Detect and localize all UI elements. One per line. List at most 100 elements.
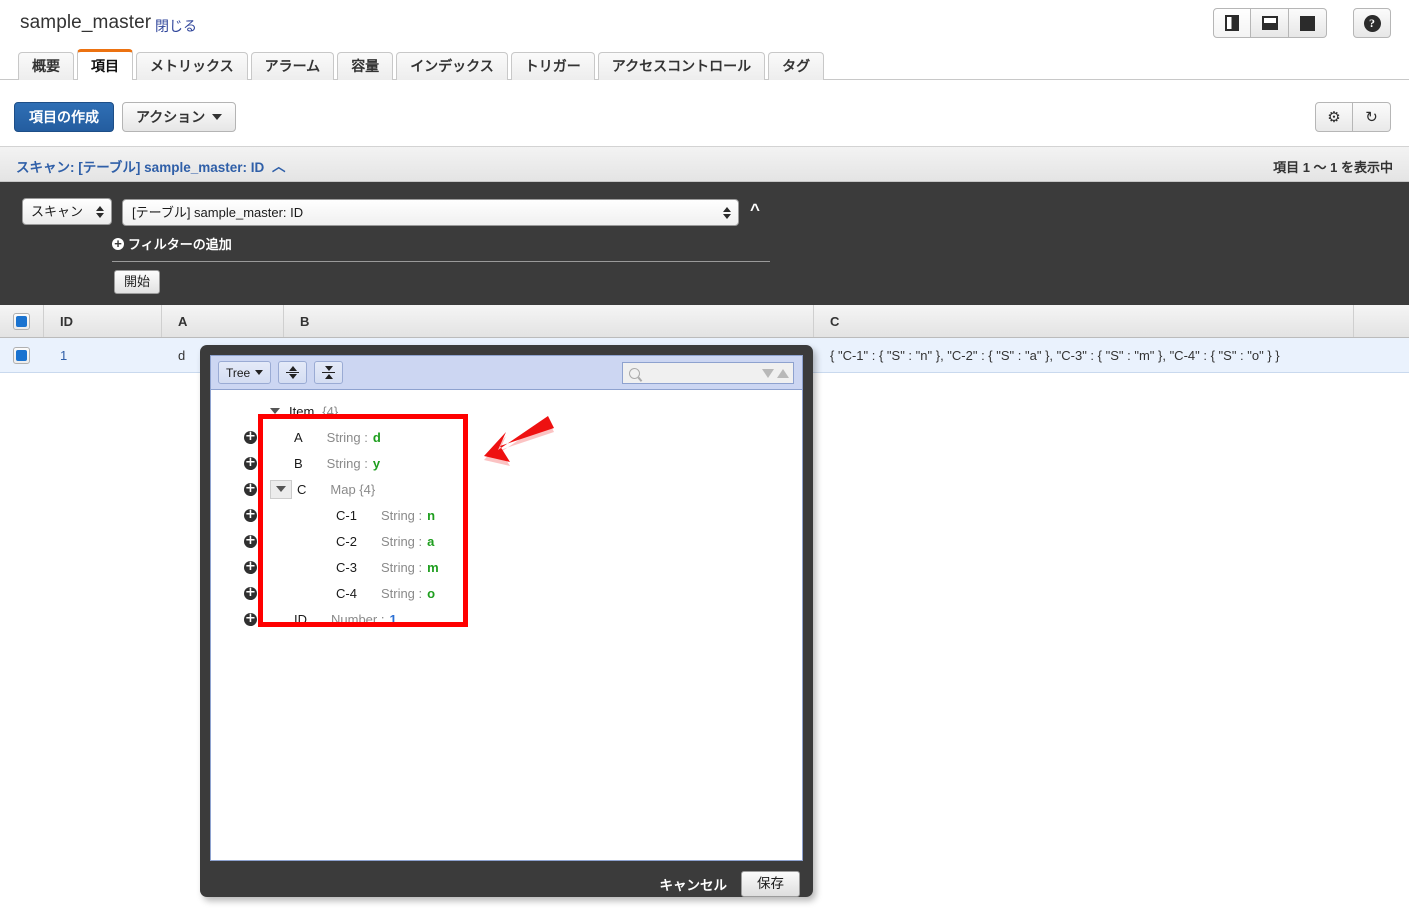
editor-search-box[interactable] xyxy=(622,362,794,384)
tree-type: String : xyxy=(380,559,423,575)
layout-split-vertical-button[interactable] xyxy=(1213,8,1251,38)
tree-value[interactable]: a xyxy=(427,534,434,549)
chevron-down-icon xyxy=(212,114,223,120)
triangle-down-icon xyxy=(276,486,286,492)
select-arrows-icon xyxy=(723,206,731,219)
table-index-select[interactable]: [テーブル] sample_master: ID xyxy=(122,199,739,226)
add-field-icon[interactable]: + xyxy=(244,612,257,626)
tab-2[interactable]: メトリックス xyxy=(136,52,248,80)
add-field-icon[interactable]: + xyxy=(244,508,257,522)
save-button[interactable]: 保存 xyxy=(741,871,800,897)
view-mode-dropdown[interactable]: Tree xyxy=(218,361,272,384)
operation-select[interactable]: スキャン xyxy=(22,198,112,225)
close-link[interactable]: 閉じる xyxy=(155,16,197,36)
create-item-button[interactable]: 項目の作成 xyxy=(14,102,114,132)
tree-value[interactable]: y xyxy=(373,456,380,471)
tab-0[interactable]: 概要 xyxy=(18,52,74,80)
cancel-button[interactable]: キャンセル xyxy=(660,874,728,894)
tab-4[interactable]: 容量 xyxy=(337,52,394,80)
tab-label: 項目 xyxy=(91,58,119,74)
add-filter-label: フィルターの追加 xyxy=(128,237,232,252)
collapse-all-button[interactable] xyxy=(314,361,344,384)
add-field-icon[interactable]: + xyxy=(244,534,257,548)
editor-search-input[interactable] xyxy=(645,365,759,381)
tree-type: Number : xyxy=(331,611,385,627)
collapse-all-icon xyxy=(322,365,336,380)
layout-split-horizontal-button[interactable] xyxy=(1251,8,1289,38)
add-filter-button[interactable]: + フィルターの追加 xyxy=(112,234,232,253)
tab-8[interactable]: タグ xyxy=(768,52,825,80)
table-header-row: ID A B C xyxy=(0,305,1409,338)
select-arrows-icon xyxy=(96,205,104,218)
editor-footer: キャンセル 保存 xyxy=(210,861,803,907)
tree-row[interactable]: Item {4} xyxy=(211,398,802,424)
tree-value[interactable]: 1 xyxy=(389,612,396,627)
tree-type: String : xyxy=(380,533,423,549)
tab-1[interactable]: 項目 xyxy=(77,49,133,80)
tree-value[interactable]: d xyxy=(373,430,381,445)
add-field-icon[interactable]: + xyxy=(244,586,257,600)
layout-no-split-button[interactable] xyxy=(1289,8,1327,38)
tree-type: {4} xyxy=(322,403,339,419)
action-bar: 項目の作成 アクション ⚙ ↻ xyxy=(0,96,1409,142)
triangle-up-icon[interactable] xyxy=(777,368,789,378)
json-tree: Item {4} + A String : d + B String : y + C Map {4} + C… xyxy=(211,390,802,632)
tree-type: String : xyxy=(326,429,368,445)
tab-label: アラーム xyxy=(264,58,321,74)
start-scan-button[interactable]: 開始 xyxy=(114,270,161,294)
item-count-label: 項目 1 〜 1 を表示中 xyxy=(1273,160,1393,175)
tab-7[interactable]: アクセスコントロール xyxy=(597,52,766,80)
settings-button[interactable]: ⚙ xyxy=(1315,102,1353,132)
collapse-query-panel-button[interactable]: ^ xyxy=(750,200,760,220)
add-field-icon[interactable]: + xyxy=(244,430,257,444)
twisty-open-icon[interactable] xyxy=(270,479,292,499)
refresh-button[interactable]: ↻ xyxy=(1353,102,1391,132)
tab-label: タグ xyxy=(782,58,811,74)
column-header-id[interactable]: ID xyxy=(44,305,162,337)
tree-row[interactable]: + ID Number : 1 xyxy=(211,606,802,632)
item-id-link[interactable]: 1 xyxy=(60,348,67,363)
tree-row[interactable]: + C-4 String : o xyxy=(211,580,802,606)
tree-type: String : xyxy=(326,455,368,471)
select-all-checkbox[interactable] xyxy=(13,312,30,330)
tab-5[interactable]: インデックス xyxy=(396,52,508,80)
tree-value[interactable]: m xyxy=(427,560,439,575)
tree-key: Item xyxy=(289,403,315,419)
tab-3[interactable]: アラーム xyxy=(250,52,335,80)
tree-row[interactable]: + C-2 String : a xyxy=(211,528,802,554)
tree-value[interactable]: n xyxy=(427,508,435,523)
add-field-icon[interactable]: + xyxy=(244,456,257,470)
tree-key: C-2 xyxy=(336,533,357,549)
tree-row[interactable]: + C-1 String : n xyxy=(211,502,802,528)
column-header-c[interactable]: C xyxy=(814,305,1354,337)
scan-summary-bar: スキャン: [テーブル] sample_master: ID ︿ 項目 1 〜 … xyxy=(0,146,1409,182)
row-checkbox[interactable] xyxy=(13,346,30,364)
plus-circle-icon: + xyxy=(112,237,124,250)
add-field-icon[interactable]: + xyxy=(244,482,257,496)
refresh-icon: ↻ xyxy=(1365,109,1378,126)
gear-icon: ⚙ xyxy=(1327,109,1341,126)
tree-row[interactable]: + A String : d xyxy=(211,424,802,450)
tab-label: 概要 xyxy=(32,58,60,74)
tree-row[interactable]: + C-3 String : m xyxy=(211,554,802,580)
cell-spacer xyxy=(1354,338,1409,372)
triangle-down-icon[interactable] xyxy=(762,368,774,378)
add-field-icon[interactable]: + xyxy=(244,560,257,574)
column-header-b[interactable]: B xyxy=(284,305,814,337)
help-button[interactable]: ? xyxy=(1353,8,1391,38)
actions-dropdown-label: アクション xyxy=(136,109,206,125)
tab-strip: 概要 項目 メトリックス アラーム 容量 インデックス トリガー アクセスコントロール タグ xyxy=(18,49,827,80)
tab-6[interactable]: トリガー xyxy=(510,52,595,80)
tree-value[interactable]: o xyxy=(427,586,435,601)
tree-key: C-1 xyxy=(336,507,357,523)
chevron-down-icon xyxy=(255,370,264,375)
select-all-cell xyxy=(0,305,44,337)
tree-row[interactable]: + C Map {4} xyxy=(211,476,802,502)
expand-all-button[interactable] xyxy=(278,361,308,384)
column-header-spacer xyxy=(1354,305,1409,337)
scan-summary-link[interactable]: スキャン: [テーブル] sample_master: ID ︿ xyxy=(16,156,286,176)
tree-row[interactable]: + B String : y xyxy=(211,450,802,476)
column-header-a[interactable]: A xyxy=(162,305,284,337)
actions-dropdown-button[interactable]: アクション xyxy=(122,102,237,132)
twisty-open-icon[interactable] xyxy=(270,408,280,414)
